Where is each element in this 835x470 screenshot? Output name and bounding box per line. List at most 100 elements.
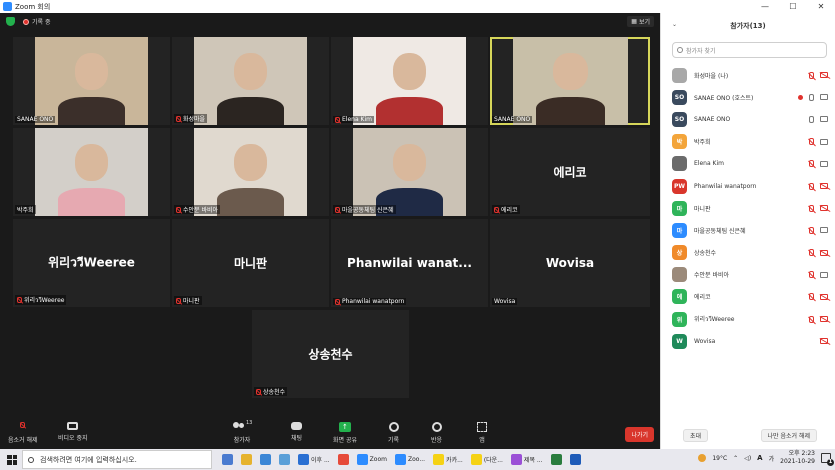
taskbar-app[interactable]: Zoo... xyxy=(393,452,427,467)
participant-row[interactable]: 에 에리코 xyxy=(661,286,835,308)
close-button[interactable]: ✕ xyxy=(807,0,835,13)
minimize-button[interactable]: — xyxy=(751,0,779,13)
stop-video-button[interactable]: 비디오 중지 xyxy=(58,422,88,442)
video-tile[interactable]: 박주희 xyxy=(13,128,170,216)
participant-body xyxy=(57,96,126,125)
maximize-button[interactable]: ☐ xyxy=(779,0,807,13)
view-button[interactable]: ▦ 보기 xyxy=(627,16,654,27)
participant-row[interactable]: SO SANAE ONO xyxy=(661,108,835,130)
mic-off-icon xyxy=(809,71,814,79)
meeting-toolbar: 음소거 해제 비디오 중지 13 참가자 채팅 ↑ 화면 공유 기록 반응 앱 … xyxy=(0,418,660,449)
notification-icon[interactable]: 1 xyxy=(821,453,834,466)
participant-row[interactable]: 화성마을 (나) xyxy=(661,64,835,86)
video-tile[interactable]: SANAE ONO xyxy=(490,37,650,125)
search-icon xyxy=(677,47,683,53)
clock[interactable]: 오후 2:23 2021-10-29 xyxy=(780,450,815,466)
video-tile[interactable]: 마니판 마니판 xyxy=(172,219,329,307)
participant-row[interactable]: W Wovisa xyxy=(661,330,835,352)
app-icon xyxy=(510,454,522,465)
unmute-button[interactable]: 음소거 해제 xyxy=(8,422,38,444)
video-tile[interactable]: Phanwilai wanat... Phanwilai wanatporn xyxy=(331,219,488,307)
chat-button[interactable]: 채팅 xyxy=(291,422,302,442)
participant-name: 에리코 xyxy=(694,294,711,302)
video-tile[interactable]: SANAE ONO xyxy=(13,37,170,125)
camera-off-icon xyxy=(820,293,828,300)
app-icon xyxy=(394,454,406,465)
participants-button[interactable]: 13 참가자 xyxy=(231,420,253,444)
taskbar-app[interactable] xyxy=(336,452,351,467)
participant-row[interactable]: SO SANAE ONO (호스트) xyxy=(661,86,835,108)
participant-row[interactable]: 위 위리ววีWeeree xyxy=(661,308,835,330)
video-tile[interactable]: Elena Kim xyxy=(331,37,488,125)
participant-row[interactable]: 마 마니판 xyxy=(661,197,835,219)
tile-name-label: 마을공동체팀 신은혜 xyxy=(333,205,396,214)
taskbar-app[interactable]: 카카... xyxy=(431,452,465,467)
participant-row[interactable]: 수안분 바비아 xyxy=(661,264,835,286)
weather-temp[interactable]: 19°C xyxy=(712,455,727,462)
ime-indicator[interactable]: A xyxy=(757,454,762,462)
volume-icon[interactable]: ◁) xyxy=(744,455,751,462)
participant-row[interactable]: 박 박주희 xyxy=(661,131,835,153)
windows-start-icon[interactable] xyxy=(7,454,17,465)
video-tile[interactable]: 위리ววีWeeree 위리ววีWeeree xyxy=(13,219,170,307)
avatar xyxy=(672,67,687,83)
participant-row[interactable]: PW Phanwilai wanatporn xyxy=(661,175,835,197)
system-tray: 19°C ⌃ ◁) A 가 오후 2:23 2021-10-29 1 xyxy=(698,450,834,466)
language-indicator[interactable]: 가 xyxy=(769,454,775,463)
mic-off-icon xyxy=(176,206,181,213)
mic-off-icon xyxy=(809,293,814,301)
participant-row[interactable]: 상 상송천수 xyxy=(661,242,835,264)
taskbar-app[interactable] xyxy=(568,452,583,467)
participant-name: SANAE ONO (호스트) xyxy=(694,94,754,102)
participant-row[interactable]: Elena Kim xyxy=(661,153,835,175)
taskbar-app[interactable] xyxy=(277,452,292,467)
taskbar-app[interactable]: (다운... xyxy=(469,452,505,467)
invite-button[interactable]: 초대 xyxy=(683,429,709,442)
taskbar-app[interactable] xyxy=(239,452,254,467)
mic-off-icon xyxy=(809,226,814,234)
app-icon xyxy=(279,454,290,465)
share-screen-icon: ↑ xyxy=(339,422,351,432)
weather-icon[interactable] xyxy=(698,454,707,462)
video-tile[interactable]: 화성마을 xyxy=(172,37,329,125)
reactions-button[interactable]: 반응 xyxy=(431,422,442,444)
title-bar: Zoom 회의 — ☐ ✕ xyxy=(0,0,835,13)
record-button[interactable]: 기록 xyxy=(388,422,399,444)
leave-button[interactable]: 나가기 xyxy=(625,427,654,442)
participant-body xyxy=(536,96,605,125)
taskbar-app[interactable] xyxy=(220,452,235,467)
share-screen-button[interactable]: ↑ 화면 공유 xyxy=(333,422,357,444)
tile-name: Phanwilai wanatporn xyxy=(342,298,405,305)
app-icon xyxy=(260,454,271,465)
video-tile[interactable]: 마을공동체팀 신은혜 xyxy=(331,128,488,216)
record-label: 기록 xyxy=(388,437,400,444)
tile-display-name: 위리ววีWeeree xyxy=(48,255,135,270)
taskbar-app[interactable] xyxy=(549,452,564,467)
participant-name: 화성마을 (나) xyxy=(694,72,729,80)
participant-search-input[interactable]: 참가자 찾기 xyxy=(672,42,827,58)
taskbar-app[interactable] xyxy=(258,452,273,467)
taskbar-app[interactable]: Zoom xyxy=(355,452,389,467)
tile-name: 위리ววีWeeree xyxy=(24,297,65,304)
shield-icon[interactable] xyxy=(6,17,15,26)
video-tile[interactable]: Wovisa Wovisa xyxy=(490,219,650,307)
video-tile[interactable]: 상송천수 상송천수 xyxy=(252,310,409,398)
participant-silhouette xyxy=(233,52,268,90)
unmute-me-button[interactable]: 나만 음소거 해제 xyxy=(760,429,817,442)
participant-row[interactable]: 마 마을공동체팀 신은혜 xyxy=(661,219,835,241)
camera-icon xyxy=(820,227,828,234)
apps-button[interactable]: 앱 xyxy=(477,422,487,444)
video-tile[interactable]: 에리코 에리코 xyxy=(490,128,650,216)
taskbar-app[interactable]: 제목 ... xyxy=(509,452,545,467)
up-arrow-icon[interactable]: ⌃ xyxy=(733,455,738,462)
camera-icon xyxy=(820,138,828,145)
tile-display-name: Phanwilai wanat... xyxy=(347,256,472,270)
participant-status-icons xyxy=(809,204,828,212)
participant-silhouette xyxy=(74,52,109,90)
video-tile[interactable]: 수안분 바비아 xyxy=(172,128,329,216)
taskbar-app[interactable]: 이후 ... xyxy=(296,452,332,467)
avatar: 상 xyxy=(672,245,687,261)
recording-indicator[interactable]: 기록 중 xyxy=(23,17,50,26)
mic-off-icon xyxy=(494,206,499,213)
taskbar-search-input[interactable]: 검색하려면 여기에 입력하십시오. xyxy=(22,450,212,469)
